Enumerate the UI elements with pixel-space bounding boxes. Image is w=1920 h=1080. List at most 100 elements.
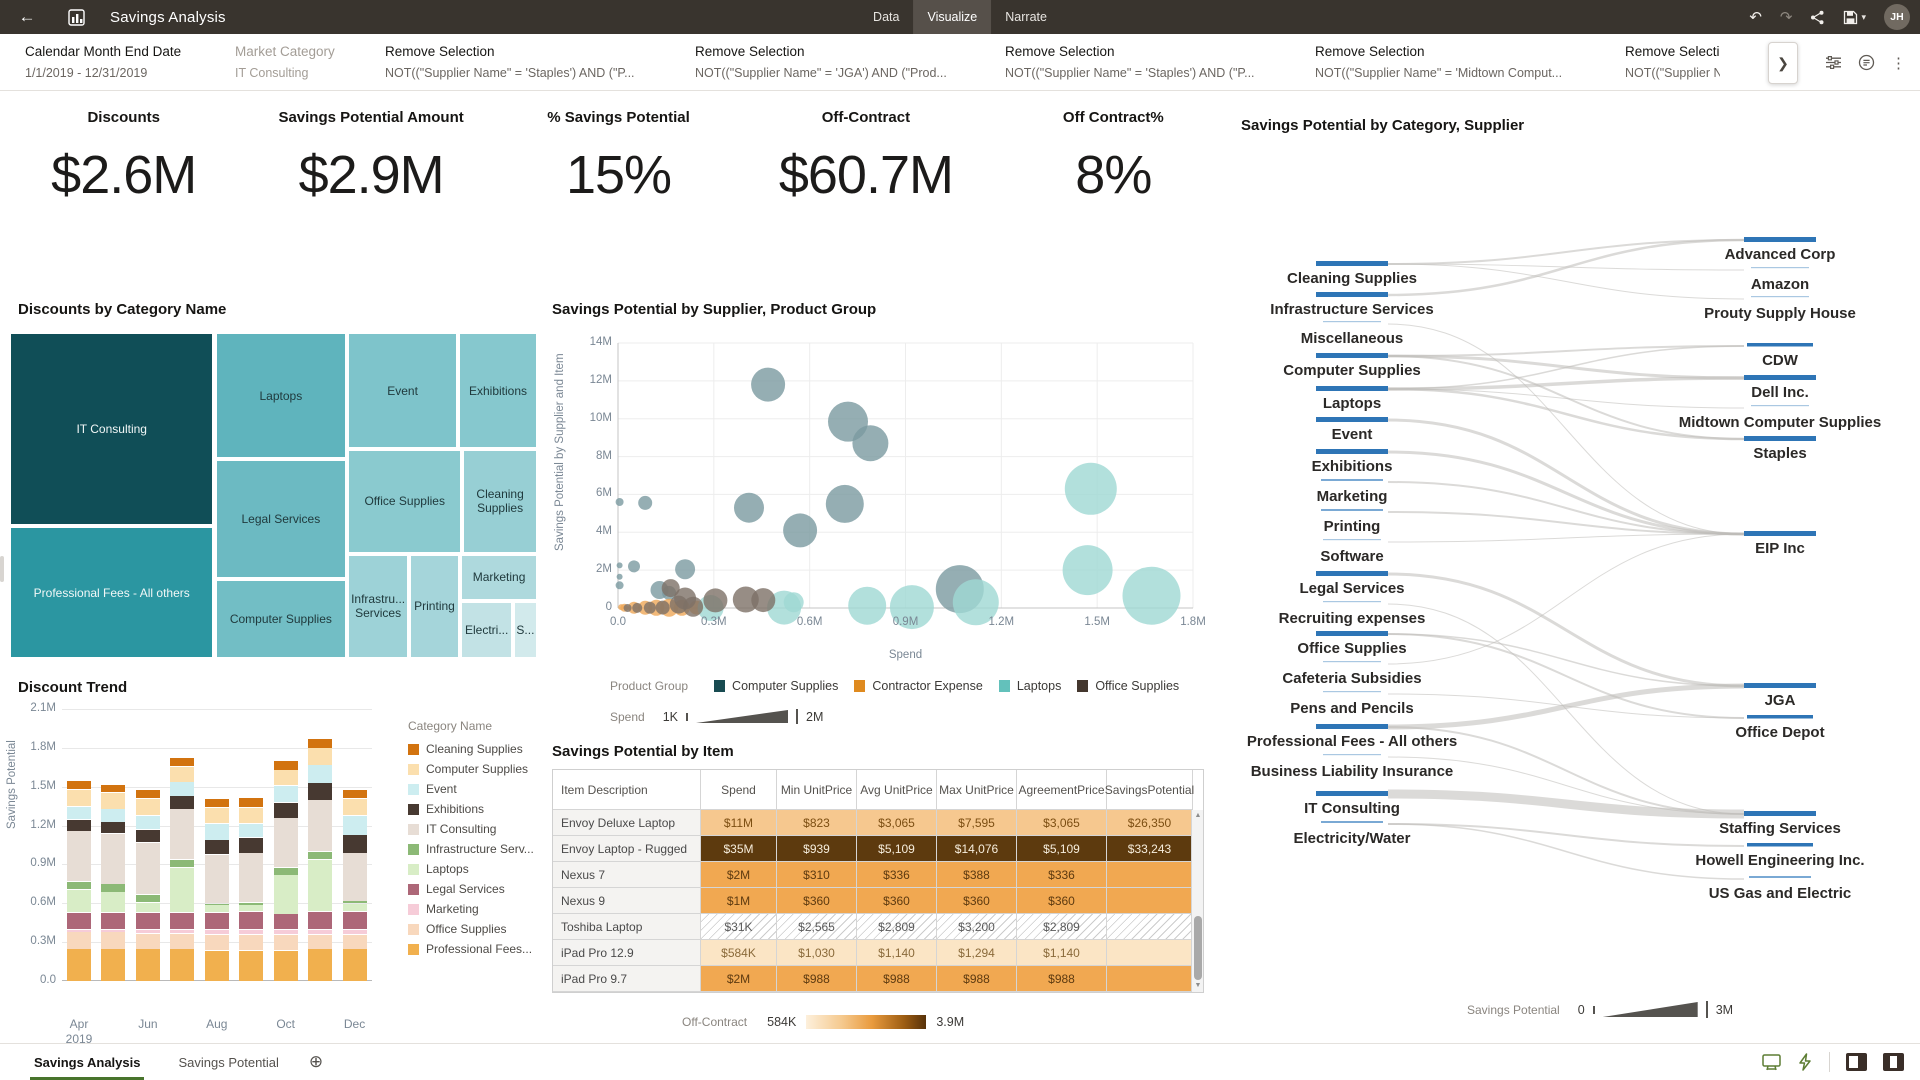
- table-cell[interactable]: [1107, 862, 1193, 888]
- sankey-link[interactable]: [1388, 824, 1744, 879]
- trend-bar-segment[interactable]: [274, 818, 298, 867]
- trend-bar[interactable]: [101, 784, 125, 981]
- sankey-node-bar[interactable]: [1744, 683, 1816, 688]
- trend-bar-segment[interactable]: [101, 793, 125, 809]
- bubble-computer-supplies[interactable]: [783, 513, 817, 547]
- trend-bar-segment[interactable]: [67, 820, 91, 831]
- table-cell[interactable]: [1107, 914, 1193, 940]
- sankey-node-bar[interactable]: [1323, 661, 1381, 662]
- sankey-node-label[interactable]: Office Supplies: [1297, 640, 1406, 657]
- sankey-node-label[interactable]: Amazon: [1751, 276, 1809, 293]
- table-cell[interactable]: Nexus 7: [553, 862, 701, 888]
- sankey-node-label[interactable]: CDW: [1762, 352, 1798, 369]
- treemap-cell[interactable]: Infrastru... Services: [348, 555, 408, 658]
- sankey-link[interactable]: [1388, 794, 1744, 814]
- trend-bar-segment[interactable]: [343, 816, 367, 835]
- sankey-node-label[interactable]: Staffing Services: [1719, 820, 1841, 837]
- filter-item[interactable]: Remove SelectionNOT(("Supplier Name" = '…: [385, 44, 667, 80]
- table-row[interactable]: Envoy Deluxe Laptop$11M$823$3,065$7,595$…: [553, 810, 1203, 836]
- trend-bar-segment[interactable]: [136, 934, 160, 949]
- trend-bar-segment[interactable]: [170, 767, 194, 782]
- table-header-cell[interactable]: SavingsPotential: [1107, 770, 1193, 810]
- bubble-office-supplies[interactable]: [644, 602, 656, 614]
- avatar[interactable]: JH: [1884, 4, 1910, 30]
- table-cell[interactable]: $35M: [701, 836, 777, 862]
- trend-bar-segment[interactable]: [308, 949, 332, 981]
- filter-item[interactable]: Remove SelectionNOT(("Supplier Name" = '…: [1315, 44, 1597, 80]
- layout-panel-left-icon[interactable]: [1846, 1053, 1867, 1071]
- sankey-node-bar[interactable]: [1744, 531, 1816, 536]
- trend-bar[interactable]: [205, 798, 229, 981]
- trend-bar-segment[interactable]: [170, 949, 194, 981]
- bubble-office-supplies[interactable]: [703, 588, 727, 612]
- treemap-cell[interactable]: Exhibitions: [459, 333, 537, 448]
- trend-bar-segment[interactable]: [170, 782, 194, 796]
- treemap-cell[interactable]: Event: [348, 333, 457, 448]
- legend-item[interactable]: Office Supplies: [408, 922, 568, 936]
- table-row[interactable]: iPad Pro 12.9$584K$1,030$1,140$1,294$1,1…: [553, 940, 1203, 966]
- bubble-computer-supplies[interactable]: [638, 496, 652, 510]
- table-cell[interactable]: $2,565: [777, 914, 857, 940]
- sankey-node-bar[interactable]: [1323, 754, 1381, 755]
- table-cell[interactable]: $823: [777, 810, 857, 836]
- bubble-office-supplies[interactable]: [683, 597, 703, 617]
- layout-panel-center-icon[interactable]: [1883, 1053, 1904, 1071]
- trend-bar-segment[interactable]: [170, 796, 194, 808]
- scroll-up-icon[interactable]: ▲: [1192, 810, 1204, 822]
- sankey-node-bar[interactable]: [1316, 571, 1388, 576]
- sankey-node-bar[interactable]: [1747, 843, 1813, 847]
- trend-bar-segment[interactable]: [101, 949, 125, 981]
- trend-bar-segment[interactable]: [136, 816, 160, 830]
- table-cell[interactable]: $1M: [701, 888, 777, 914]
- trend-bar-segment[interactable]: [343, 901, 367, 903]
- sankey-node-bar[interactable]: [1316, 631, 1388, 636]
- trend-bar-segment[interactable]: [274, 761, 298, 769]
- legend-item[interactable]: Office Supplies: [1077, 679, 1179, 693]
- trend-bar-segment[interactable]: [343, 790, 367, 798]
- table-cell[interactable]: $336: [1017, 862, 1107, 888]
- filter-controls-icon[interactable]: [1825, 54, 1842, 71]
- trend-bar-segment[interactable]: [205, 799, 229, 807]
- table-cell[interactable]: $988: [777, 966, 857, 992]
- table-header-cell[interactable]: Min UnitPrice: [777, 770, 857, 810]
- sankey-node-bar[interactable]: [1316, 386, 1388, 391]
- trend-bar-segment[interactable]: [274, 914, 298, 929]
- sankey-node-label[interactable]: EIP Inc: [1755, 540, 1805, 557]
- sankey-node-bar[interactable]: [1744, 436, 1816, 441]
- trend-bar-segment[interactable]: [239, 903, 263, 905]
- bubble-computer-supplies[interactable]: [617, 574, 623, 580]
- filter-bar-expand-button[interactable]: ❯: [1768, 42, 1798, 84]
- annotation-icon[interactable]: [1858, 54, 1875, 71]
- table-cell[interactable]: $2,809: [857, 914, 937, 940]
- table-cell[interactable]: $3,200: [937, 914, 1017, 940]
- sankey-node-bar[interactable]: [1744, 375, 1816, 380]
- canvas-tab-1[interactable]: Savings Analysis: [30, 1044, 144, 1080]
- sankey-node-label[interactable]: Business Liability Insurance: [1251, 763, 1454, 780]
- table-cell[interactable]: $988: [1017, 966, 1107, 992]
- trend-bar-segment[interactable]: [101, 822, 125, 833]
- bubble-office-supplies[interactable]: [656, 601, 670, 615]
- table-cell[interactable]: $2M: [701, 862, 777, 888]
- sankey-link[interactable]: [1388, 534, 1744, 542]
- trend-bar-segment[interactable]: [170, 860, 194, 867]
- trend-bar-segment[interactable]: [67, 932, 91, 948]
- trend-bar-segment[interactable]: [239, 930, 263, 935]
- save-caret-icon[interactable]: ▾: [1861, 12, 1866, 23]
- trend-bar[interactable]: [239, 797, 263, 981]
- trend-bar-segment[interactable]: [205, 855, 229, 904]
- sankey-node-bar[interactable]: [1747, 715, 1813, 719]
- bubble-laptops[interactable]: [1065, 463, 1117, 515]
- trend-bar-segment[interactable]: [136, 930, 160, 933]
- sankey-node-bar[interactable]: [1316, 261, 1388, 266]
- trend-bar-segment[interactable]: [67, 913, 91, 929]
- sankey-node-bar[interactable]: [1316, 353, 1388, 358]
- add-canvas-icon[interactable]: ⊕: [309, 1052, 323, 1072]
- trend-bar-segment[interactable]: [101, 834, 125, 884]
- table-cell[interactable]: $2M: [701, 966, 777, 992]
- trend-bar-segment[interactable]: [239, 838, 263, 853]
- legend-item[interactable]: Legal Services: [408, 882, 568, 896]
- table-header-cell[interactable]: Max UnitPrice: [937, 770, 1017, 810]
- trend-bar-segment[interactable]: [239, 808, 263, 823]
- trend-bar[interactable]: [274, 761, 298, 981]
- trend-bar-segment[interactable]: [136, 799, 160, 815]
